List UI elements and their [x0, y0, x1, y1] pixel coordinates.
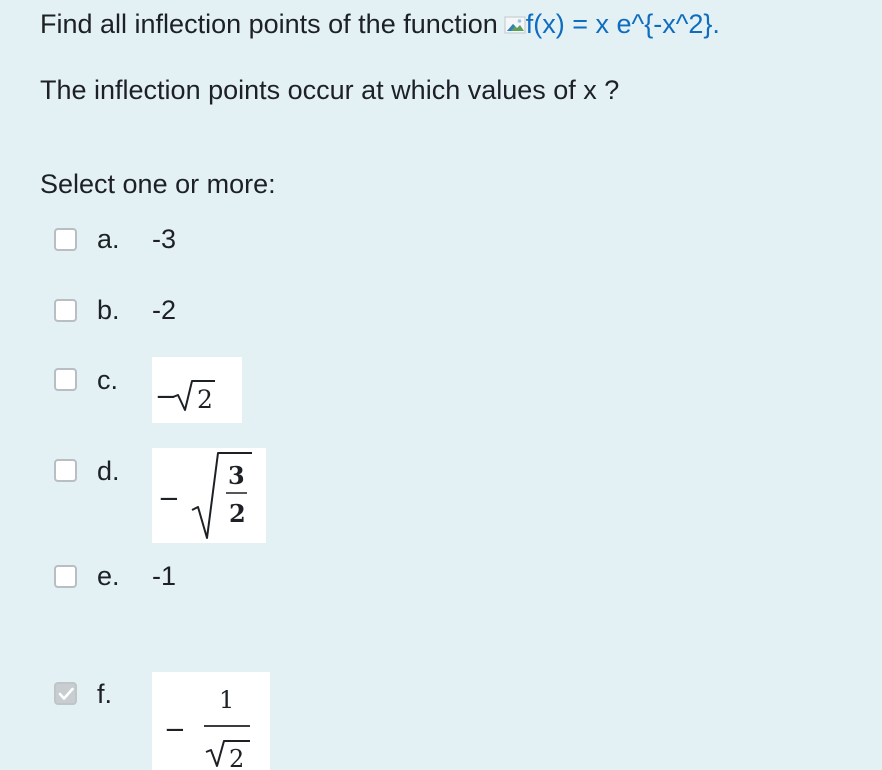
option-value: -3 [152, 224, 177, 254]
checkbox-a[interactable] [54, 228, 77, 251]
option-letter: d. [97, 456, 120, 486]
checkbox-b[interactable] [54, 299, 77, 322]
formula-alt-text: f(x) = x e^{-x^2}. [525, 9, 720, 39]
math-radicand: 2 [197, 385, 213, 414]
option-letter: e. [97, 561, 120, 591]
math-denominator: 2 [229, 499, 246, 528]
select-prompt: Select one or more: [40, 169, 276, 199]
option-letter: b. [97, 295, 120, 325]
checkbox-e[interactable] [54, 565, 77, 588]
question-line-1: Find all inflection points of the functi… [40, 6, 720, 42]
option-letter: f. [97, 679, 113, 709]
question-line-2: The inflection points occur at which val… [40, 75, 620, 105]
checkbox-f[interactable] [54, 682, 77, 705]
broken-image-icon [504, 16, 526, 34]
checkbox-c[interactable] [54, 368, 77, 391]
question-text: Find all inflection points of the functi… [40, 9, 498, 39]
checkbox-d[interactable] [54, 459, 77, 482]
option-letter: c. [97, 365, 119, 395]
option-letter: a. [97, 224, 120, 254]
math-numerator: 1 [219, 686, 234, 714]
math-radicand: 2 [229, 745, 244, 770]
option-value-math: − 1 2 [152, 672, 270, 770]
math-numerator: 3 [228, 461, 245, 490]
math-minus: − [164, 715, 186, 745]
option-value: -2 [152, 295, 177, 325]
option-value-math: − 2 [152, 357, 242, 423]
checkmark-icon [58, 687, 74, 700]
option-value: -1 [152, 561, 177, 591]
math-minus: − [158, 484, 180, 514]
option-value-math: − 3 2 [152, 448, 266, 543]
